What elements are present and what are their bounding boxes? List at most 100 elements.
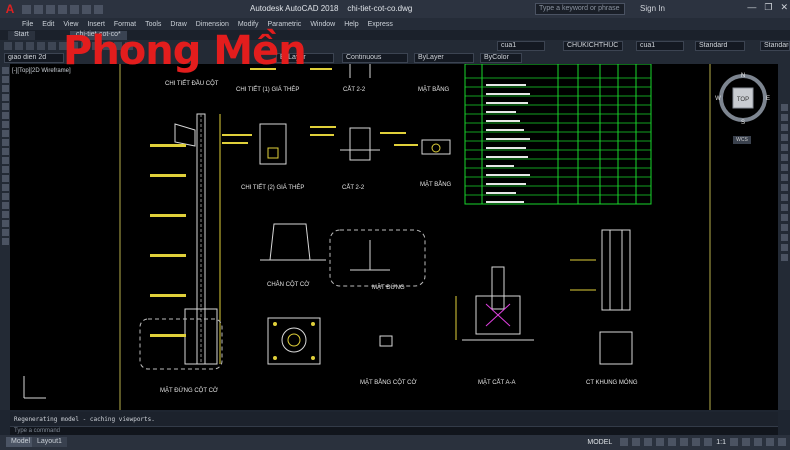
gradient-tool-icon[interactable] xyxy=(1,202,9,209)
menu-insert[interactable]: Insert xyxy=(87,21,105,28)
maximize-button[interactable]: ❐ xyxy=(764,2,772,13)
dim-style-dropdown[interactable]: Standard xyxy=(695,41,745,51)
ellipse-tool-icon[interactable] xyxy=(1,148,9,155)
undo-icon[interactable] xyxy=(82,4,91,14)
menu-modify[interactable]: Modify xyxy=(238,21,259,28)
close-button[interactable]: ✕ xyxy=(780,2,788,13)
join-tool-icon[interactable] xyxy=(780,224,788,231)
save-icon[interactable] xyxy=(46,4,55,14)
menu-parametric[interactable]: Parametric xyxy=(267,21,301,28)
stretch-tool-icon[interactable] xyxy=(780,184,788,191)
lineweight-icon[interactable] xyxy=(692,438,701,446)
search-input[interactable]: Type a keyword or phrase xyxy=(535,3,625,15)
plotstyle-dropdown[interactable]: ByColor xyxy=(480,53,522,63)
table-tool-icon[interactable] xyxy=(1,220,9,227)
redo-icon[interactable] xyxy=(94,4,103,14)
sign-in-button[interactable]: Sign In xyxy=(640,4,665,13)
open-file-icon[interactable] xyxy=(34,4,43,14)
mirror-tool-icon[interactable] xyxy=(780,124,788,131)
menu-help[interactable]: Help xyxy=(344,21,358,28)
model-space-label[interactable]: MODEL xyxy=(587,439,612,446)
otrack-icon[interactable] xyxy=(680,438,689,446)
rotate-tool-icon[interactable] xyxy=(780,164,788,171)
annotation-icon[interactable] xyxy=(704,438,713,446)
tab-start[interactable]: Start xyxy=(8,31,35,40)
customize-menu-icon[interactable] xyxy=(778,438,786,446)
array-tool-icon[interactable] xyxy=(780,144,788,151)
rectangle-tool-icon[interactable] xyxy=(1,103,9,110)
drawing-canvas[interactable]: CHI TIẾT ĐẦU CỘT CHI TIẾT (1) GIÁ THÉP C… xyxy=(10,64,778,410)
new-file-icon[interactable] xyxy=(22,4,31,14)
layer-dropdown[interactable]: cua1 xyxy=(497,41,545,51)
compass-south[interactable]: S xyxy=(741,120,745,126)
autocad-logo-icon[interactable]: A xyxy=(0,0,20,18)
menu-edit[interactable]: Edit xyxy=(42,21,54,28)
menu-express[interactable]: Express xyxy=(368,21,393,28)
tab-model[interactable]: Model xyxy=(6,437,36,447)
explode-tool-icon[interactable] xyxy=(780,254,788,261)
break-tool-icon[interactable] xyxy=(780,214,788,221)
hatch-tool-icon[interactable] xyxy=(1,193,9,200)
region-tool-icon[interactable] xyxy=(1,211,9,218)
copy-tool-icon[interactable] xyxy=(780,114,788,121)
grid-icon[interactable] xyxy=(620,438,629,446)
revcloud-tool-icon[interactable] xyxy=(1,130,9,137)
plus-icon[interactable] xyxy=(742,438,750,446)
ellipse-arc-tool-icon[interactable] xyxy=(1,157,9,164)
make-block-tool-icon[interactable] xyxy=(1,175,9,182)
command-input[interactable]: Type a command xyxy=(10,426,778,435)
linetype-dropdown[interactable]: Continuous xyxy=(342,53,408,63)
menu-dimension[interactable]: Dimension xyxy=(196,21,229,28)
chamfer-tool-icon[interactable] xyxy=(780,234,788,241)
move-tool-icon[interactable] xyxy=(780,154,788,161)
arc-tool-icon[interactable] xyxy=(1,112,9,119)
tool-icon[interactable] xyxy=(15,42,23,50)
ortho-icon[interactable] xyxy=(644,438,653,446)
offset-tool-icon[interactable] xyxy=(780,134,788,141)
insert-block-tool-icon[interactable] xyxy=(1,166,9,173)
trim-tool-icon[interactable] xyxy=(780,194,788,201)
isolate-icon[interactable] xyxy=(754,438,762,446)
workspace-dropdown[interactable]: giao dien 2d xyxy=(4,53,64,63)
fullscreen-icon[interactable] xyxy=(766,438,774,446)
fillet-tool-icon[interactable] xyxy=(780,244,788,251)
viewcube[interactable]: TOP N S E W xyxy=(715,70,771,126)
snap-icon[interactable] xyxy=(632,438,641,446)
menu-window[interactable]: Window xyxy=(310,21,335,28)
tab-layout1[interactable]: Layout1 xyxy=(32,437,67,447)
wcs-menu[interactable]: WCS xyxy=(733,136,751,144)
tool-icon[interactable] xyxy=(37,42,45,50)
minimize-button[interactable]: — xyxy=(747,2,756,13)
menu-format[interactable]: Format xyxy=(114,21,136,28)
compass-west[interactable]: W xyxy=(715,96,721,102)
polyline-tool-icon[interactable] xyxy=(1,85,9,92)
viewport-controls-label[interactable]: [-][Top][2D Wireframe] xyxy=(12,68,71,74)
spline-tool-icon[interactable] xyxy=(1,139,9,146)
point-tool-icon[interactable] xyxy=(1,184,9,191)
menu-tools[interactable]: Tools xyxy=(145,21,161,28)
text-style-dropdown[interactable]: CHUKICHTHUC xyxy=(563,41,623,51)
erase-tool-icon[interactable] xyxy=(780,104,788,111)
mtext-tool-icon[interactable] xyxy=(1,229,9,236)
layer-dropdown-2[interactable]: cua1 xyxy=(636,41,684,51)
menu-view[interactable]: View xyxy=(63,21,78,28)
circle-tool-icon[interactable] xyxy=(1,121,9,128)
lineweight-dropdown[interactable]: ByLayer xyxy=(414,53,474,63)
polygon-tool-icon[interactable] xyxy=(1,94,9,101)
tool-icon[interactable] xyxy=(26,42,34,50)
tool-icon[interactable] xyxy=(4,42,12,50)
extend-tool-icon[interactable] xyxy=(780,204,788,211)
xline-tool-icon[interactable] xyxy=(1,76,9,83)
menu-file[interactable]: File xyxy=(22,21,33,28)
line-tool-icon[interactable] xyxy=(1,67,9,74)
table-style-dropdown[interactable]: Standard xyxy=(760,41,790,51)
save-as-icon[interactable] xyxy=(58,4,67,14)
tool-icon[interactable] xyxy=(48,42,56,50)
compass-north[interactable]: N xyxy=(741,73,745,79)
menu-draw[interactable]: Draw xyxy=(170,21,186,28)
osnap-icon[interactable] xyxy=(668,438,677,446)
add-selected-tool-icon[interactable] xyxy=(1,238,9,245)
polar-icon[interactable] xyxy=(656,438,665,446)
compass-east[interactable]: E xyxy=(766,96,770,102)
workspace-gear-icon[interactable] xyxy=(730,438,738,446)
